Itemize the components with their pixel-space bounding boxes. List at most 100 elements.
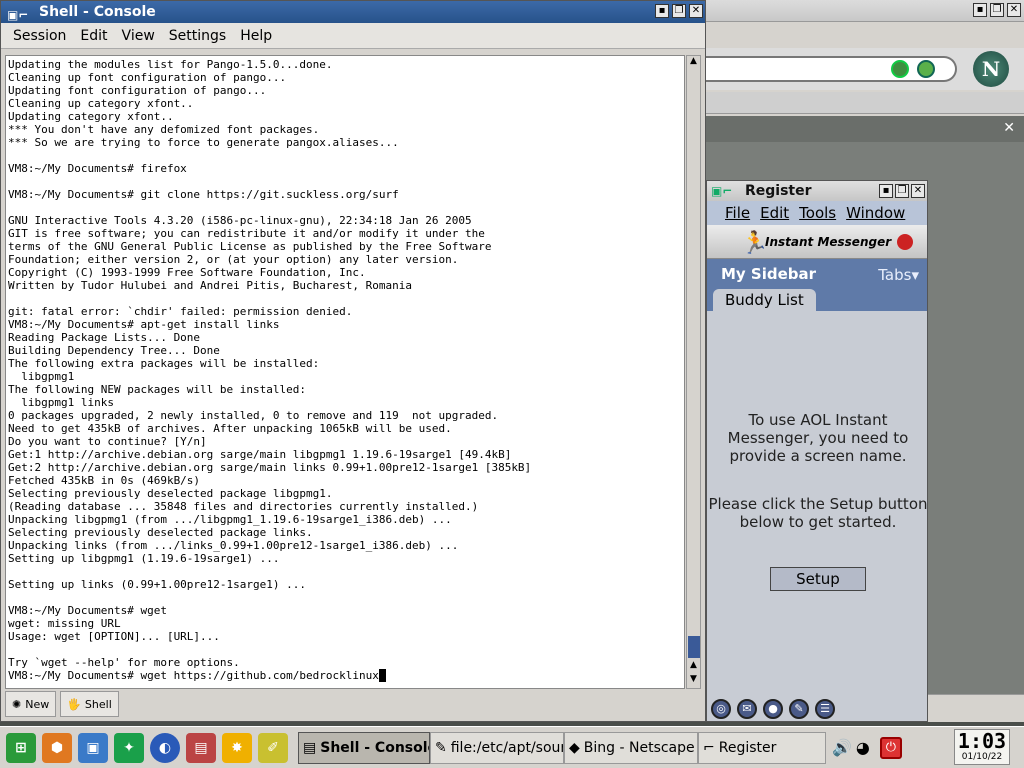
maximize-icon[interactable]: ❐: [990, 3, 1004, 17]
task-file[interactable]: ✎ file:/etc/apt/sources: [430, 731, 564, 764]
terminal-line: The following NEW packages will be insta…: [8, 383, 307, 396]
printer-icon[interactable]: ▤: [186, 732, 216, 763]
menu-file[interactable]: File: [725, 204, 750, 222]
terminal-line: VM8:~/My Documents# apt-get install link…: [8, 318, 280, 331]
globe-icon[interactable]: ◐: [150, 732, 180, 763]
volume-icon[interactable]: 🔊: [832, 738, 852, 757]
tab-buddy-list[interactable]: Buddy List: [713, 289, 816, 311]
user-icon[interactable]: ◕: [856, 738, 870, 757]
cube-icon[interactable]: ▣: [78, 732, 108, 763]
tabs-dropdown[interactable]: Tabs▾: [878, 266, 919, 284]
menu-session[interactable]: Session: [13, 28, 66, 44]
close-icon[interactable]: ✕: [1007, 3, 1021, 17]
terminal-line: Setting up libgpmg1 (1.19.6-19sarge1) ..…: [8, 552, 280, 565]
task-label: Register: [718, 739, 777, 756]
aim-icon[interactable]: ✸: [222, 732, 252, 763]
minimize-icon[interactable]: ▪: [655, 4, 669, 18]
terminal-line: Building Dependency Tree... Done: [8, 344, 220, 357]
terminal-line: Get:1 http://archive.debian.org sarge/ma…: [8, 448, 512, 461]
terminal-line: GIT is free software; you can redistribu…: [8, 227, 485, 240]
terminal-line: Updating category xfont..: [8, 110, 174, 123]
scroll-up-icon[interactable]: ▲: [687, 56, 700, 70]
brand-label: Instant Messenger: [765, 235, 892, 249]
aol-logo-icon: [897, 234, 913, 250]
start-menu-icon[interactable]: ⊞: [6, 732, 36, 763]
close-tab-icon[interactable]: ✕: [1003, 120, 1015, 136]
maximize-icon[interactable]: ❐: [895, 184, 909, 198]
task-register[interactable]: ⌐ Register: [698, 731, 826, 764]
pin-icon[interactable]: ▣⌐: [711, 181, 732, 201]
terminal-line: VM8:~/My Documents# wget https://github.…: [8, 669, 682, 682]
scroll-up-icon[interactable]: ▲: [687, 660, 700, 674]
scrollbar[interactable]: ▲ ▲ ▼: [686, 55, 701, 689]
window-title: Register: [745, 183, 812, 199]
terminal-line: git: fatal error: `chdir' failed: permis…: [8, 305, 353, 318]
terminal-line: Selecting previously deselected package …: [8, 526, 313, 539]
menu-window[interactable]: Window: [846, 204, 905, 222]
menu-edit[interactable]: Edit: [760, 204, 789, 222]
terminal-line: terms of the GNU General Public License …: [8, 240, 492, 253]
window-icon: ▤: [303, 739, 317, 756]
terminal-line: VM8:~/My Documents# firefox: [8, 162, 187, 175]
menu-edit[interactable]: Edit: [80, 28, 107, 44]
menu-tools[interactable]: Tools: [799, 204, 836, 222]
window-title: Shell - Console: [39, 4, 156, 20]
maximize-icon[interactable]: ❐: [672, 4, 686, 18]
netscape-tabbar: ✕: [705, 116, 1024, 142]
menu-view[interactable]: View: [122, 28, 155, 44]
terminal-output[interactable]: Updating the modules list for Pango-1.5.…: [5, 55, 685, 689]
console-tabs: ✺ New 🖐 Shell: [5, 691, 119, 719]
pin-icon[interactable]: ▣⌐: [7, 4, 28, 26]
terminal-line: *** You don't have any defomized font pa…: [8, 123, 320, 136]
terminal-line: libgpmg1 links: [8, 396, 114, 409]
new-tab-button[interactable]: ✺ New: [5, 691, 57, 717]
minimize-icon[interactable]: ▪: [973, 3, 987, 17]
runner-icon[interactable]: ✦: [114, 732, 144, 763]
globe-icon[interactable]: ●: [763, 699, 783, 719]
terminal-line: Cleaning up category xfont..: [8, 97, 194, 110]
editor-icon[interactable]: ✐: [258, 732, 288, 763]
terminal-line: Try `wget --help' for more options.: [8, 656, 240, 669]
mail-icon[interactable]: ✉: [737, 699, 757, 719]
register-icon: ⌐: [703, 739, 715, 756]
menu-help[interactable]: Help: [240, 28, 272, 44]
close-icon[interactable]: ✕: [911, 184, 925, 198]
terminal-line: Written by Tudor Hulubei and Andrei Piti…: [8, 279, 412, 292]
task-bing-netscape[interactable]: ◆ Bing - Netscape: [564, 731, 698, 764]
tools-icon[interactable]: ✎: [789, 699, 809, 719]
terminal-line: Updating font configuration of pango...: [8, 84, 267, 97]
aim-logo-icon[interactable]: ◎: [711, 699, 731, 719]
power-icon[interactable]: ⏻: [879, 736, 902, 759]
terminal-line: Get:2 http://archive.debian.org sarge/ma…: [8, 461, 532, 474]
chat-icon[interactable]: ☰: [815, 699, 835, 719]
scrollbar-thumb[interactable]: [688, 636, 700, 658]
clock[interactable]: 1:03 01/10/22: [954, 729, 1010, 765]
terminal-line: Do you want to continue? [Y/n]: [8, 435, 207, 448]
clock-time: 1:03: [957, 729, 1007, 753]
task-shell-console[interactable]: ▤ Shell - Console: [298, 731, 430, 764]
clock-date: 01/10/22: [961, 752, 1003, 762]
netscape-logo-icon[interactable]: N: [973, 51, 1009, 87]
console-window: ▣⌐ Shell - Console ▪ ❐ ✕ Session Edit Vi…: [0, 0, 706, 722]
tabs-label: Tabs: [878, 266, 912, 284]
running-man-icon: 🏃: [741, 231, 769, 256]
terminal-line: Setting up links (0.99+1.00pre12-1sarge1…: [8, 578, 307, 591]
terminal-line: (Reading database ... 35848 files and di…: [8, 500, 479, 513]
document-icon: ✎: [435, 739, 447, 756]
menu-settings[interactable]: Settings: [169, 28, 226, 44]
setup-button[interactable]: Setup: [770, 567, 866, 591]
terminal-line: wget: missing URL: [8, 617, 121, 630]
shell-tab[interactable]: 🖐 Shell: [60, 691, 119, 717]
terminal-line: VM8:~/My Documents# git clone https://gi…: [8, 188, 399, 201]
close-icon[interactable]: ✕: [689, 4, 703, 18]
lifevest-icon[interactable]: ⬢: [42, 732, 72, 763]
scroll-down-icon[interactable]: ▼: [687, 674, 700, 688]
shell-tab-label: Shell: [84, 697, 112, 711]
go-icon[interactable]: [917, 60, 935, 78]
sidebar-header: My Sidebar Tabs▾: [707, 259, 927, 289]
minimize-icon[interactable]: ▪: [879, 184, 893, 198]
task-label: Bing - Netscape: [583, 739, 695, 756]
